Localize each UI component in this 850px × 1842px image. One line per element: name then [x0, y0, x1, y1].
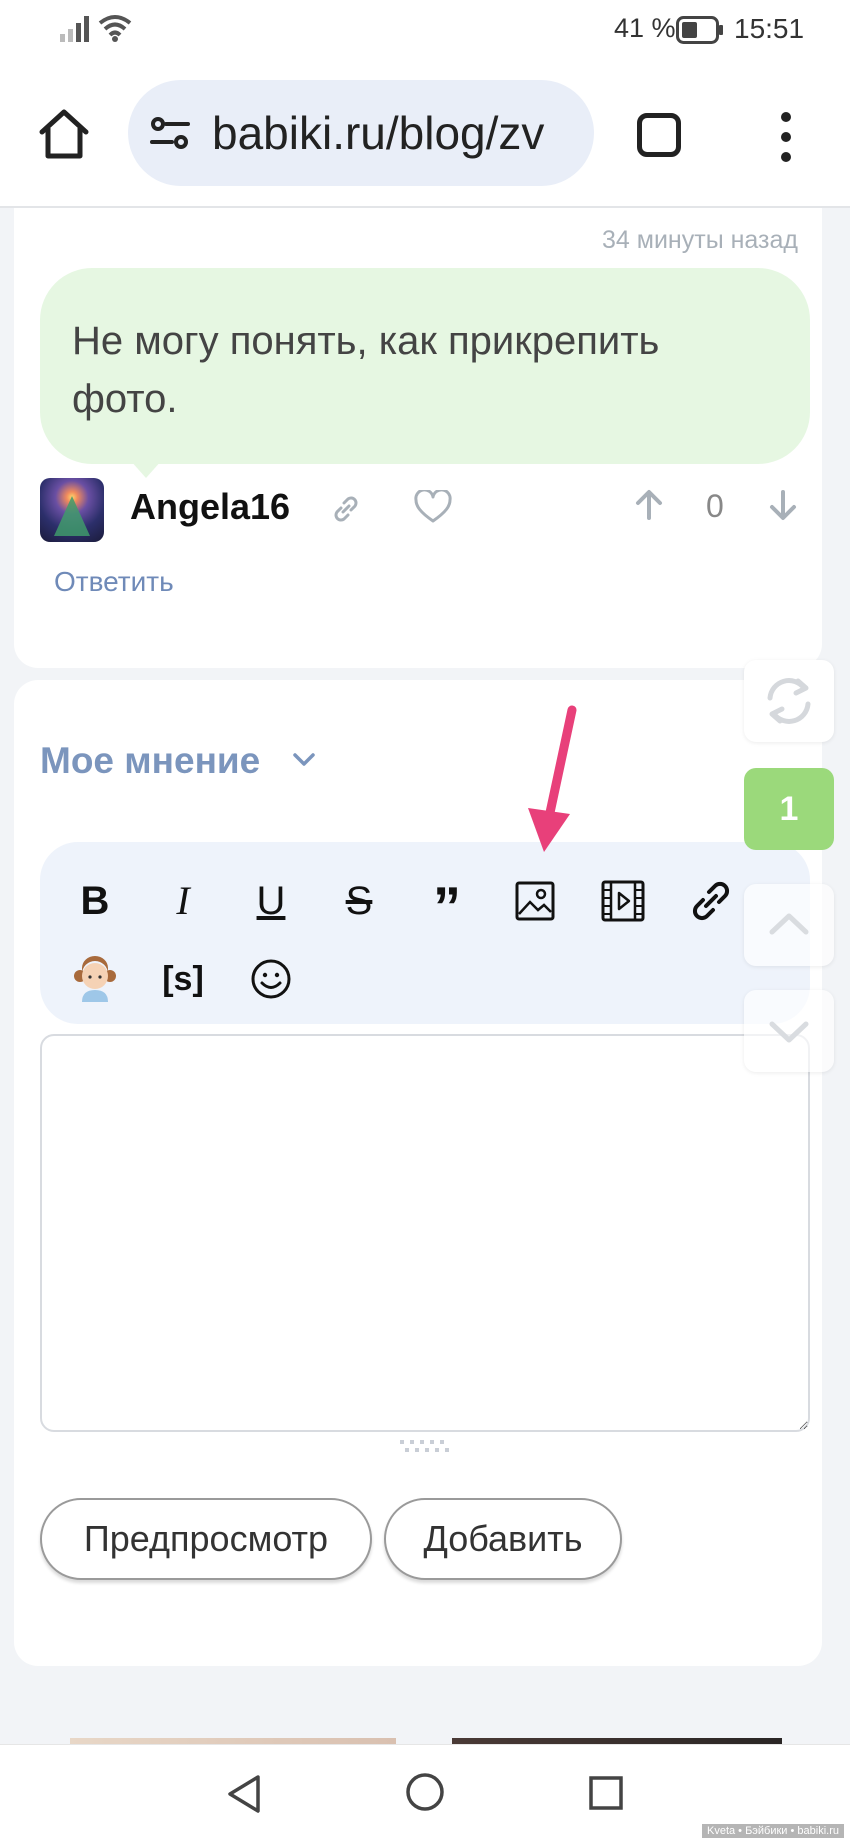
system-navigation-bar: Kveta • Бэйбики • babiki.ru — [0, 1744, 850, 1842]
spoiler-button[interactable]: [s] — [158, 954, 208, 1004]
permalink-icon[interactable] — [330, 493, 362, 525]
comment-bubble: Не могу понять, как прикрепить фото. — [40, 268, 810, 464]
strikethrough-button[interactable]: S — [334, 876, 384, 926]
refresh-icon — [767, 678, 811, 724]
status-bar: 41 % 15:51 — [0, 0, 850, 62]
opinion-dropdown-label[interactable]: Мое мнение — [40, 740, 260, 782]
comment-timestamp: 34 минуты назад — [602, 226, 798, 254]
avatar[interactable] — [40, 478, 104, 542]
scroll-down-button[interactable] — [744, 990, 834, 1072]
annotation-arrow — [528, 705, 577, 852]
address-bar[interactable]: babiki.ru/blog/zv — [128, 80, 594, 186]
new-comments-count: 1 — [779, 790, 799, 828]
refresh-comments-button[interactable] — [744, 660, 834, 742]
new-comments-counter[interactable]: 1 — [744, 768, 834, 850]
bold-button[interactable]: B — [70, 876, 120, 926]
italic-button[interactable]: I — [158, 876, 208, 926]
vote-down-icon[interactable] — [766, 488, 800, 522]
watermark: Kveta • Бэйбики • babiki.ru — [701, 1824, 844, 1838]
like-heart-icon[interactable] — [414, 490, 452, 524]
insert-link-icon[interactable] — [686, 876, 736, 926]
home-circle-icon[interactable] — [404, 1771, 446, 1813]
browser-toolbar: babiki.ru/blog/zv — [0, 62, 850, 208]
clock: 15:51 — [734, 13, 805, 44]
signal-icon — [60, 16, 89, 42]
image-insert-icon[interactable] — [510, 876, 560, 926]
emoji-icon[interactable] — [246, 954, 296, 1004]
battery-icon — [676, 16, 723, 44]
comment-author[interactable]: Angela16 — [130, 486, 290, 528]
url-text[interactable]: babiki.ru/blog/zv — [212, 106, 544, 160]
video-insert-icon[interactable] — [598, 876, 648, 926]
vote-count: 0 — [706, 488, 724, 524]
formatting-toolbar: B I U S ” [s] — [40, 842, 810, 1024]
chevron-up-icon — [769, 913, 809, 935]
add-button[interactable]: Добавить — [384, 1498, 622, 1580]
home-icon[interactable] — [36, 106, 92, 162]
quote-button[interactable]: ” — [422, 879, 472, 935]
textarea-resize-grip[interactable] — [398, 1438, 454, 1456]
back-icon[interactable] — [224, 1773, 264, 1815]
chevron-down-icon[interactable] — [292, 752, 316, 768]
scroll-up-button[interactable] — [744, 884, 834, 966]
tabs-button[interactable] — [637, 113, 681, 157]
wifi-icon — [98, 15, 132, 42]
comment-text: Не могу понять, как прикрепить фото. — [72, 319, 660, 421]
vote-up-icon[interactable] — [632, 488, 666, 522]
chevron-down-icon — [769, 1021, 809, 1043]
recents-icon[interactable] — [588, 1775, 624, 1811]
comment-card: 34 минуты назад Не могу понять, как прик… — [14, 208, 822, 668]
avatar-girl-icon[interactable] — [70, 954, 120, 1004]
bubble-tail — [130, 460, 162, 478]
browser-menu-button[interactable] — [776, 112, 796, 162]
comment-textarea[interactable] — [40, 1034, 810, 1432]
comment-editor: Мое мнение B I U S ” [s] Предпросмотр До… — [14, 680, 822, 1666]
preview-button[interactable]: Предпросмотр — [40, 1498, 372, 1580]
battery-percent: 41 % — [614, 13, 676, 43]
underline-button[interactable]: U — [246, 876, 296, 926]
reply-link[interactable]: Ответить — [54, 566, 174, 598]
site-settings-icon[interactable] — [150, 116, 190, 150]
